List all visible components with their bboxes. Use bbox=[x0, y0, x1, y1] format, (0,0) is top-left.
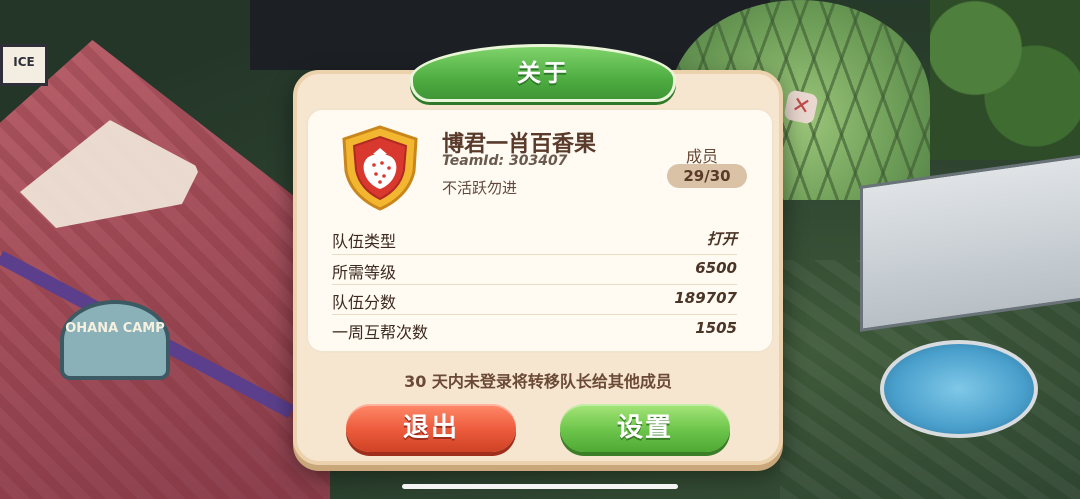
stat-value: 1505 bbox=[695, 319, 737, 337]
row-divider bbox=[332, 284, 737, 285]
dialog-title: 关于 bbox=[517, 59, 569, 87]
stat-value: 189707 bbox=[674, 289, 737, 307]
ohana-camp-sign: OHANA CAMP bbox=[60, 300, 170, 380]
dialog-title-banner: 关于 bbox=[410, 44, 676, 102]
tree-cluster bbox=[930, 0, 1080, 160]
stat-label: 所需等级 bbox=[332, 263, 397, 282]
stat-label: 一周互帮次数 bbox=[332, 323, 429, 342]
outdoor-kitchen bbox=[860, 154, 1080, 332]
stat-row-team-score: 队伍分数 189707 bbox=[332, 289, 737, 315]
members-count-badge: 29/30 bbox=[667, 164, 747, 188]
stat-value: 打开 bbox=[706, 230, 737, 248]
stat-label: 队伍类型 bbox=[332, 232, 397, 251]
settings-button[interactable]: 设置 bbox=[560, 404, 730, 452]
strawberry-shield-icon bbox=[342, 125, 418, 211]
row-divider bbox=[332, 314, 737, 315]
quit-team-button[interactable]: 退出 bbox=[346, 404, 516, 452]
leader-transfer-notice: 30 天内未登录将转移队长给其他成员 bbox=[404, 372, 672, 391]
pool bbox=[880, 340, 1038, 438]
stat-row-team-type: 队伍类型 打开 bbox=[332, 228, 737, 254]
stat-value: 6500 bbox=[695, 259, 737, 277]
stat-label: 队伍分数 bbox=[332, 293, 397, 312]
team-description: 不活跃勿进 bbox=[442, 179, 518, 197]
row-divider bbox=[332, 254, 737, 255]
home-indicator[interactable] bbox=[402, 484, 678, 489]
stat-row-weekly-help: 一周互帮次数 1505 bbox=[332, 319, 737, 345]
team-id: TeamId: 303407 bbox=[442, 153, 568, 169]
office-sign: ICE bbox=[0, 44, 48, 86]
stat-row-required-level: 所需等级 6500 bbox=[332, 259, 737, 285]
